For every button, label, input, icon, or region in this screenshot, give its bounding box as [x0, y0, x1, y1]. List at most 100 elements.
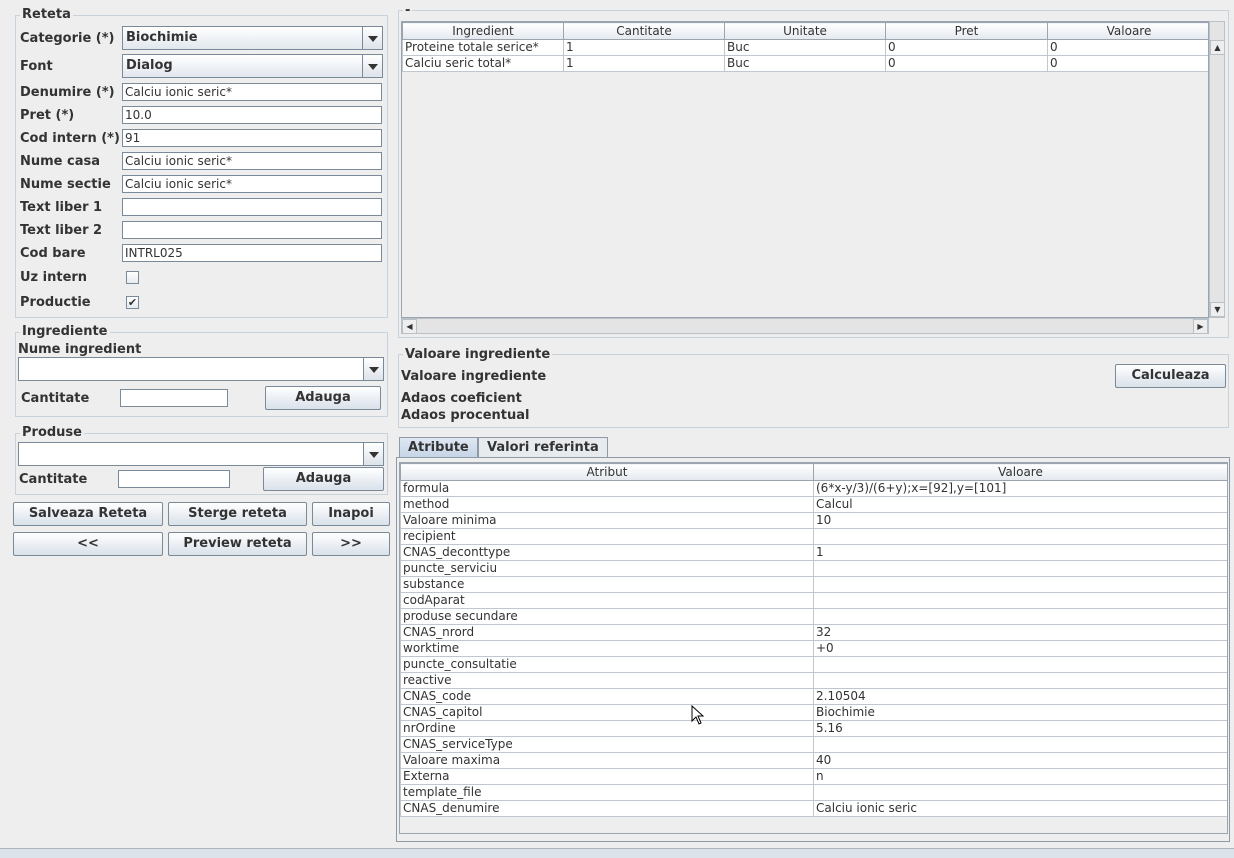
preview-recipe-button[interactable]: Preview reteta	[168, 532, 307, 556]
table-row[interactable]: Externa n	[400, 768, 1227, 785]
previous-button[interactable]: <<	[13, 532, 163, 556]
attribute-value-cell[interactable]	[813, 592, 1227, 609]
attribute-name-cell[interactable]: CNAS_capitol	[400, 704, 814, 721]
table-row[interactable]: CNAS_nrord 32	[400, 624, 1227, 641]
attribute-value-cell[interactable]	[813, 656, 1227, 673]
column-header-valoare[interactable]: Valoare	[813, 463, 1227, 481]
attribute-name-cell[interactable]: CNAS_deconttype	[400, 544, 814, 561]
chevron-down-icon[interactable]	[362, 55, 382, 77]
attribute-name-cell[interactable]: nrOrdine	[400, 720, 814, 737]
save-recipe-button[interactable]: Salveaza Reteta	[13, 502, 163, 526]
chevron-down-icon[interactable]	[362, 27, 382, 49]
table-row[interactable]: CNAS_capitol Biochimie	[400, 704, 1227, 721]
table-row[interactable]: CNAS_code 2.10504	[400, 688, 1227, 705]
chevron-down-icon[interactable]	[363, 358, 383, 380]
scroll-left-icon[interactable]: ◀	[402, 319, 417, 334]
table-cell[interactable]: 0	[1047, 39, 1208, 56]
next-button[interactable]: >>	[312, 532, 390, 556]
productie-checkbox[interactable]: ✔	[126, 296, 139, 309]
attribute-value-cell[interactable]: 32	[813, 624, 1227, 641]
attribute-value-cell[interactable]	[813, 672, 1227, 689]
add-ingredient-button[interactable]: Adauga	[265, 386, 381, 410]
attribute-name-cell[interactable]: CNAS_code	[400, 688, 814, 705]
table-row[interactable]: method Calcul	[400, 496, 1227, 513]
table-row[interactable]: formula (6*x-y/3)/(6+y);x=[92],y=[101]	[400, 480, 1227, 497]
table-row[interactable]: worktime +0	[400, 640, 1227, 657]
scroll-right-icon[interactable]: ▶	[1193, 319, 1208, 334]
cod-intern-field[interactable]: 91	[122, 129, 382, 147]
table-row[interactable]: puncte_serviciu	[400, 560, 1227, 577]
table-row[interactable]: reactive	[400, 672, 1227, 689]
produs-cantitate-field[interactable]	[118, 470, 230, 488]
attribute-name-cell[interactable]: worktime	[400, 640, 814, 657]
attribute-name-cell[interactable]: puncte_serviciu	[400, 560, 814, 577]
column-header-cantitate[interactable]: Cantitate	[563, 22, 725, 40]
attribute-value-cell[interactable]: Biochimie	[813, 704, 1227, 721]
attribute-name-cell[interactable]: method	[400, 496, 814, 513]
chevron-down-icon[interactable]	[363, 443, 383, 465]
attribute-value-cell[interactable]: 5.16	[813, 720, 1227, 737]
table-cell[interactable]: 0	[885, 39, 1048, 56]
attribute-name-cell[interactable]: reactive	[400, 672, 814, 689]
scroll-up-icon[interactable]: ▲	[1210, 40, 1225, 55]
attribute-name-cell[interactable]: Externa	[400, 768, 814, 785]
attribute-value-cell[interactable]: (6*x-y/3)/(6+y);x=[92],y=[101]	[813, 480, 1227, 497]
text-liber-2-field[interactable]	[122, 221, 382, 239]
column-header-ingredient[interactable]: Ingredient	[402, 22, 564, 40]
delete-recipe-button[interactable]: Sterge reteta	[168, 502, 307, 526]
attribute-value-cell[interactable]	[813, 784, 1227, 801]
attribute-value-cell[interactable]: 40	[813, 752, 1227, 769]
attribute-name-cell[interactable]: Valoare maxima	[400, 752, 814, 769]
table-row[interactable]: CNAS_deconttype 1	[400, 544, 1227, 561]
nume-casa-field[interactable]: Calciu ionic seric*	[122, 152, 382, 170]
attribute-name-cell[interactable]: produse secundare	[400, 608, 814, 625]
table-row[interactable]: substance	[400, 576, 1227, 593]
attribute-value-cell[interactable]	[813, 560, 1227, 577]
column-header-unitate[interactable]: Unitate	[724, 22, 886, 40]
table-row[interactable]: produse secundare	[400, 608, 1227, 625]
table-row[interactable]: Calciu seric total* 1 Buc 0 0	[402, 55, 1208, 72]
table-row[interactable]: Proteine totale serice* 1 Buc 0 0	[402, 39, 1208, 56]
attribute-value-cell[interactable]: Calcul	[813, 496, 1227, 513]
table-cell[interactable]: 1	[563, 55, 725, 72]
attribute-value-cell[interactable]: 1	[813, 544, 1227, 561]
attribute-value-cell[interactable]: n	[813, 768, 1227, 785]
attribute-name-cell[interactable]: recipient	[400, 528, 814, 545]
table-cell[interactable]: 0	[885, 55, 1048, 72]
attribute-value-cell[interactable]	[813, 736, 1227, 753]
pret-field[interactable]: 10.0	[122, 106, 382, 124]
nume-sectie-field[interactable]: Calciu ionic seric*	[122, 175, 382, 193]
attribute-value-cell[interactable]: +0	[813, 640, 1227, 657]
table-row[interactable]: Valoare minima 10	[400, 512, 1227, 529]
table-row[interactable]: CNAS_denumire Calciu ionic seric	[400, 800, 1227, 817]
column-header-atribut[interactable]: Atribut	[400, 463, 814, 481]
table-row[interactable]: CNAS_serviceType	[400, 736, 1227, 753]
denumire-field[interactable]: Calciu ionic seric*	[122, 83, 382, 101]
table-cell[interactable]: Buc	[724, 55, 886, 72]
table-row[interactable]: Valoare maxima 40	[400, 752, 1227, 769]
column-header-pret[interactable]: Pret	[885, 22, 1048, 40]
cod-bare-field[interactable]: INTRL025	[122, 244, 382, 262]
attribute-name-cell[interactable]: CNAS_serviceType	[400, 736, 814, 753]
table-cell[interactable]: Proteine totale serice*	[402, 39, 564, 56]
attribute-value-cell[interactable]	[813, 608, 1227, 625]
table-row[interactable]: puncte_consultatie	[400, 656, 1227, 673]
font-select[interactable]: Dialog	[122, 54, 383, 78]
attribute-name-cell[interactable]: formula	[400, 480, 814, 497]
attribute-value-cell[interactable]: 10	[813, 512, 1227, 529]
attribute-value-cell[interactable]	[813, 576, 1227, 593]
attribute-value-cell[interactable]: Calciu ionic seric	[813, 800, 1227, 817]
attribute-name-cell[interactable]: CNAS_nrord	[400, 624, 814, 641]
horizontal-scrollbar[interactable]: ◀ ▶	[401, 318, 1209, 334]
categorie-select[interactable]: Biochimie	[122, 26, 383, 50]
attribute-name-cell[interactable]: substance	[400, 576, 814, 593]
table-row[interactable]: template_file	[400, 784, 1227, 801]
ingredient-cantitate-field[interactable]	[120, 389, 228, 407]
attribute-value-cell[interactable]	[813, 528, 1227, 545]
table-cell[interactable]: Calciu seric total*	[402, 55, 564, 72]
attribute-value-cell[interactable]: 2.10504	[813, 688, 1227, 705]
uz-intern-checkbox[interactable]	[126, 271, 139, 284]
table-cell[interactable]: 0	[1047, 55, 1208, 72]
scroll-down-icon[interactable]: ▼	[1210, 302, 1225, 317]
table-row[interactable]: recipient	[400, 528, 1227, 545]
